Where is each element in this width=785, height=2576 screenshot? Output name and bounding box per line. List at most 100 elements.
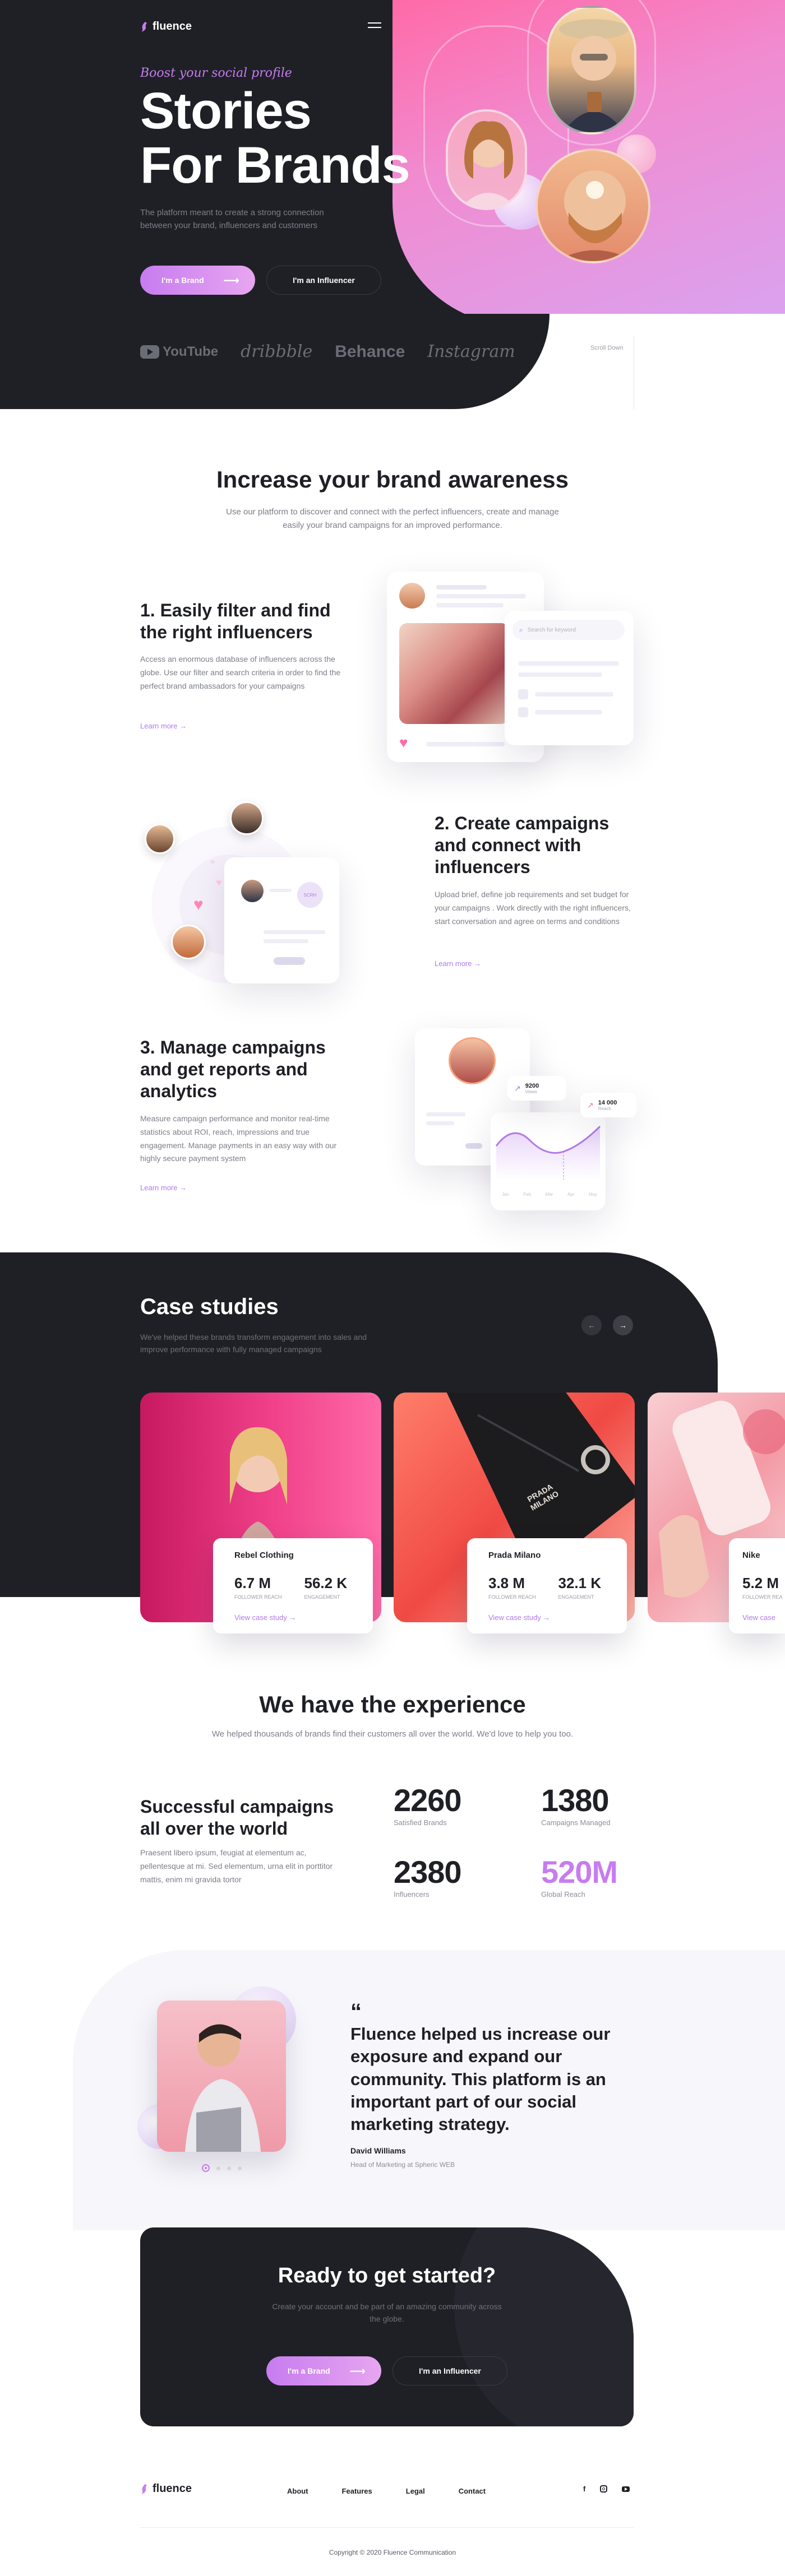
experience-left-title: Successful campaigns all over the world (140, 1797, 334, 1839)
footer-link-features[interactable]: Features (342, 2487, 372, 2495)
carousel-dot[interactable] (216, 2166, 220, 2170)
instagram-logo: Instagram (427, 342, 515, 361)
case-engagement-value: 32.1 K (558, 1575, 602, 1591)
cta-brand-button[interactable]: I'm a Brand ⟶ (266, 2356, 381, 2385)
carousel-next-button[interactable]: → (613, 1315, 633, 1335)
footer-link-about[interactable]: About (287, 2487, 308, 2495)
hero-curve (0, 314, 550, 409)
experience-title: We have the experience (259, 1691, 526, 1718)
awareness-title: Increase your brand awareness (216, 466, 569, 493)
feature-1-learn-more[interactable]: Learn more → (140, 722, 187, 730)
case-reach-value: 3.8 M (488, 1575, 525, 1591)
feature-3-learn-more[interactable]: Learn more → (140, 1183, 187, 1192)
menu-icon[interactable] (368, 22, 381, 30)
footer-link-legal[interactable]: Legal (406, 2487, 425, 2495)
footer-link-contact[interactable]: Contact (459, 2487, 486, 2495)
arrow-right-icon: → (543, 1613, 551, 1622)
case-studies-subtitle: We've helped these brands transform enga… (140, 1333, 367, 1354)
facebook-icon[interactable]: f (583, 2485, 585, 2493)
views-label: Views (525, 1089, 537, 1094)
experience-subtitle: We helped thousands of brands find their… (211, 1729, 574, 1739)
influencer-avatar (446, 109, 527, 210)
brand-logo[interactable]: fluence (140, 20, 192, 33)
influencer-avatar (171, 925, 206, 959)
testimonial-author: David Williams (350, 2146, 406, 2155)
scroll-down-label[interactable]: Scroll Down (590, 345, 624, 351)
filter-row (518, 672, 602, 677)
arrow-right-icon: → (289, 1613, 297, 1622)
skeleton-line (436, 594, 526, 598)
influencer-avatar (145, 824, 175, 854)
case-engagement-label: ENGAGEMENT (304, 1594, 340, 1600)
feature-1-title: 1. Easily filter and find the right infl… (140, 600, 331, 643)
cta-title: Ready to get started? (278, 2264, 496, 2287)
stat-value: 2260 (394, 1783, 462, 1818)
case-reach-label: FOLLOWER REACH (234, 1594, 282, 1600)
skeleton-line (436, 585, 487, 590)
feature-2-learn-more[interactable]: Learn more → (435, 959, 481, 968)
fluence-logo-icon (140, 21, 148, 32)
instagram-icon[interactable] (600, 2485, 608, 2493)
carousel-prev-button[interactable]: ← (581, 1315, 602, 1335)
month-label: Jan (502, 1192, 509, 1197)
arrow-right-icon: → (179, 722, 187, 730)
skeleton-line (269, 889, 292, 892)
heart-icon[interactable]: ♥ (399, 734, 408, 751)
brand-signup-button[interactable]: I'm a Brand ⟶ (140, 266, 255, 295)
chart-months: Jan Feb Mar Apr May (502, 1192, 597, 1197)
checkbox[interactable] (518, 689, 528, 699)
testimonial-photo (157, 2001, 286, 2152)
footer-logo[interactable]: fluence (140, 2482, 192, 2495)
testimonial-dots (202, 2164, 242, 2172)
filter-row (518, 661, 619, 666)
carousel-dot[interactable] (227, 2166, 231, 2170)
action-button[interactable] (465, 1143, 482, 1149)
case-reach-label: FOLLOWER REACH (488, 1594, 536, 1600)
hero-title: Stories For Brands (140, 84, 410, 192)
partner-logos: YouTube dribbble Behance Instagram (140, 342, 515, 361)
views-stat-chip: ↗ 9200 Views (507, 1076, 566, 1101)
feature-1-text: Access an enormous database of influence… (140, 655, 341, 690)
youtube-icon[interactable] (622, 2486, 630, 2492)
testimonial-role: Head of Marketing at Spheric WEB (350, 2161, 455, 2169)
filter-row (535, 710, 602, 714)
view-case-study-link[interactable]: View case study → (488, 1613, 606, 1622)
case-engagement-value: 56.2 K (304, 1575, 348, 1591)
heart-icon: ♥ (193, 895, 204, 914)
stat-global-reach: 520M Global Reach (541, 1854, 618, 1899)
awareness-subtitle: Use our platform to discover and connect… (226, 507, 559, 530)
behance-logo: Behance (335, 342, 405, 361)
footer-divider (140, 2527, 634, 2528)
arrow-right-icon: → (179, 1183, 187, 1192)
month-label: May (588, 1192, 597, 1197)
case-reach-value: 5.2 M (742, 1575, 779, 1591)
carousel-dot[interactable] (238, 2166, 242, 2170)
analytics-chart-card: Jan Feb Mar Apr May (491, 1112, 606, 1210)
view-case-study-link[interactable]: View case study → (234, 1613, 352, 1622)
arrow-right-icon: → (474, 959, 482, 968)
connect-button[interactable] (274, 957, 305, 965)
case-studies-title: Case studies (140, 1294, 279, 1319)
trend-up-icon: ↗ (587, 1100, 594, 1110)
stat-label: Campaigns Managed (541, 1818, 611, 1827)
stat-campaigns-managed: 1380 Campaigns Managed (541, 1782, 611, 1827)
influencer-signup-button[interactable]: I'm an Influencer (266, 266, 381, 295)
footer-social: f (583, 2485, 630, 2493)
experience-left-text: Praesent libero ipsum, feugiat at elemen… (140, 1848, 333, 1884)
case-brand-name: Nike (742, 1551, 760, 1560)
heart-icon: ♥ (210, 857, 215, 866)
hero-subtitle: The platform meant to create a strong co… (140, 208, 324, 231)
arrow-right-icon: ⟶ (349, 2365, 366, 2378)
cta-influencer-button[interactable]: I'm an Influencer (392, 2356, 507, 2385)
stat-value: 2380 (394, 1854, 462, 1890)
carousel-dot-active[interactable] (202, 2164, 210, 2172)
brand-button-label: I'm a Brand (161, 276, 204, 285)
testimonial-quote: Fluence helped us increase our exposure … (350, 2024, 611, 2134)
campaign-badge: SCRH (297, 882, 323, 908)
checkbox[interactable] (518, 707, 528, 717)
quote-mark: “ (350, 1999, 362, 2024)
cta-deco-circle (454, 2227, 634, 2426)
view-case-study-link[interactable]: View case (742, 1613, 785, 1622)
footer-copyright: Copyright © 2020 Fluence Communication (329, 2549, 456, 2556)
search-input[interactable]: ⌕ Search for keyword (512, 620, 625, 640)
